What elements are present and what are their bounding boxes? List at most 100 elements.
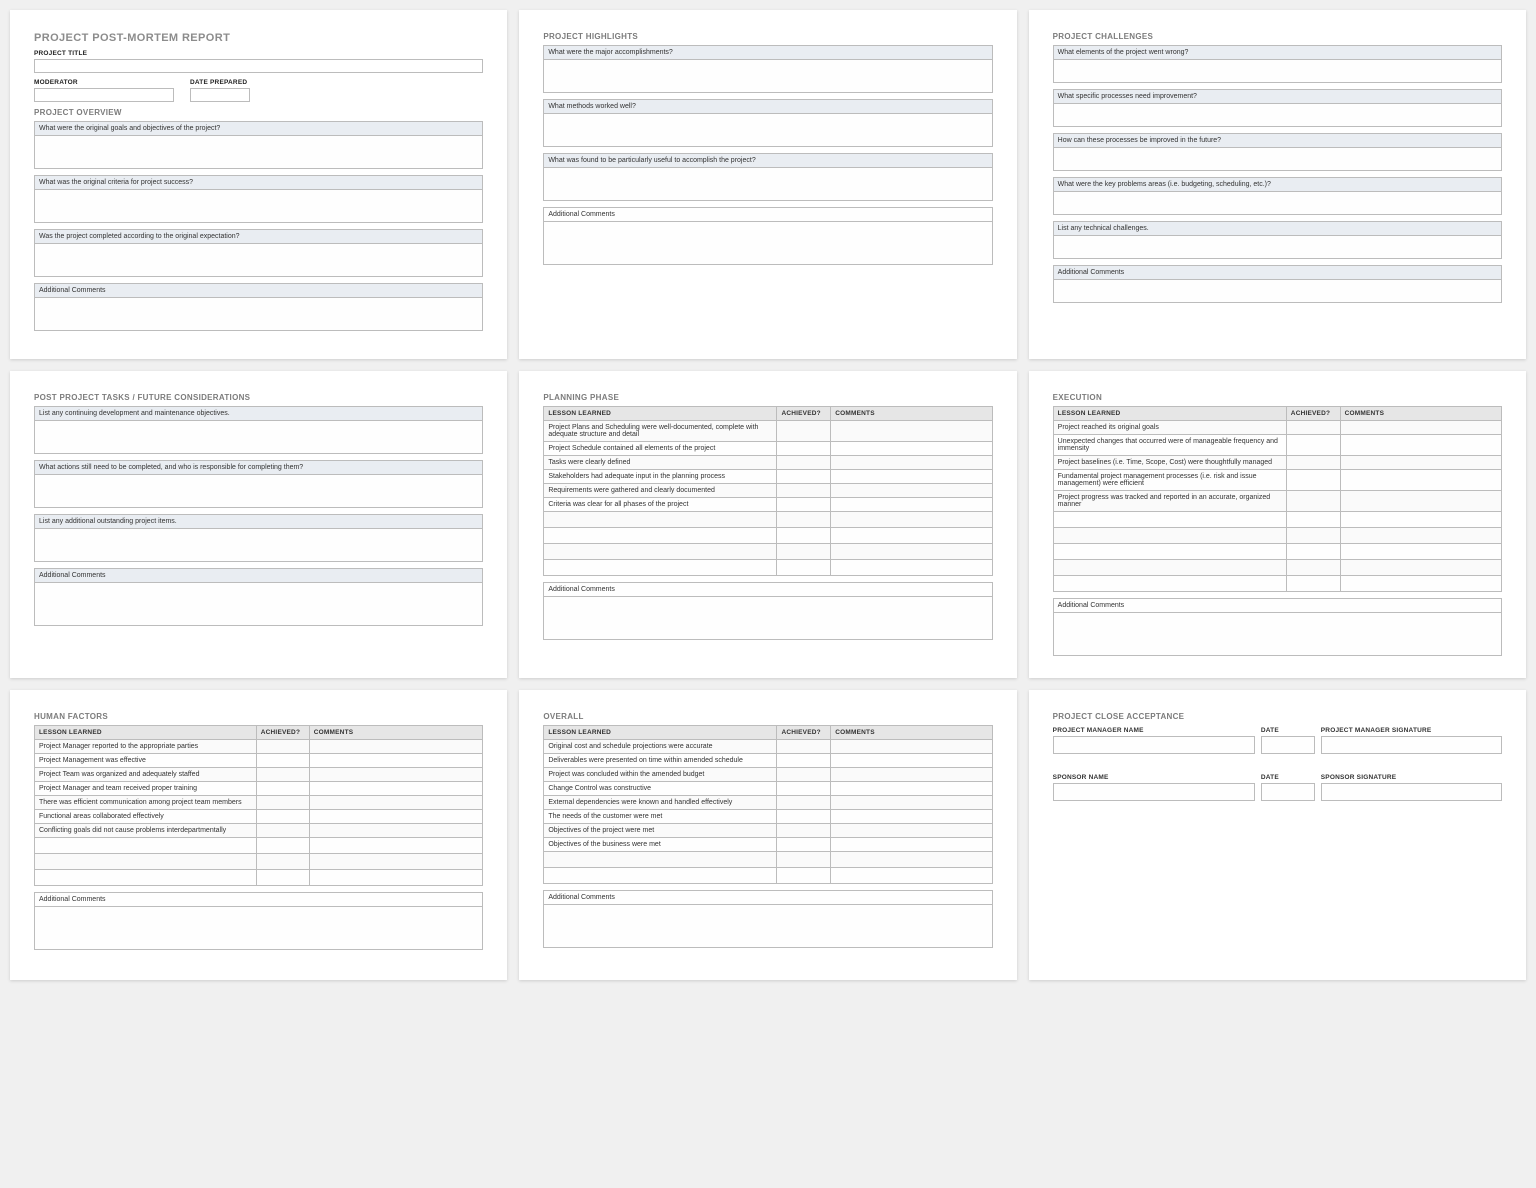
comments-cell[interactable] [309, 838, 483, 854]
achieved-cell[interactable] [1286, 528, 1340, 544]
achieved-cell[interactable] [1286, 560, 1340, 576]
achieved-cell[interactable] [256, 740, 309, 754]
challenges-a1[interactable] [1053, 59, 1502, 83]
comments-cell[interactable] [831, 740, 992, 754]
comments-cell[interactable] [831, 528, 992, 544]
comments-cell[interactable] [1340, 576, 1501, 592]
comments-cell[interactable] [831, 421, 992, 442]
achieved-cell[interactable] [777, 810, 831, 824]
comments-cell[interactable] [309, 796, 483, 810]
comments-cell[interactable] [831, 868, 992, 884]
achieved-cell[interactable] [777, 796, 831, 810]
highlights-a1[interactable] [543, 59, 992, 93]
comments-cell[interactable] [1340, 435, 1501, 456]
achieved-cell[interactable] [1286, 512, 1340, 528]
overall-addl-box[interactable] [543, 904, 992, 948]
comments-cell[interactable] [309, 870, 483, 886]
achieved-cell[interactable] [777, 456, 831, 470]
comments-cell[interactable] [831, 498, 992, 512]
lesson-cell[interactable] [544, 852, 777, 868]
achieved-cell[interactable] [256, 768, 309, 782]
lesson-cell[interactable] [35, 854, 257, 870]
achieved-cell[interactable] [777, 498, 831, 512]
achieved-cell[interactable] [256, 810, 309, 824]
pm-sig-input[interactable] [1321, 736, 1502, 754]
achieved-cell[interactable] [777, 512, 831, 528]
sponsor-date-input[interactable] [1261, 783, 1315, 801]
comments-cell[interactable] [831, 824, 992, 838]
achieved-cell[interactable] [777, 484, 831, 498]
comments-cell[interactable] [831, 512, 992, 528]
comments-cell[interactable] [309, 824, 483, 838]
lesson-cell[interactable] [1053, 544, 1286, 560]
achieved-cell[interactable] [1286, 576, 1340, 592]
achieved-cell[interactable] [256, 754, 309, 768]
lesson-cell[interactable] [1053, 576, 1286, 592]
highlights-a2[interactable] [543, 113, 992, 147]
achieved-cell[interactable] [777, 768, 831, 782]
achieved-cell[interactable] [777, 824, 831, 838]
achieved-cell[interactable] [777, 852, 831, 868]
sponsor-name-input[interactable] [1053, 783, 1255, 801]
comments-cell[interactable] [1340, 528, 1501, 544]
comments-cell[interactable] [831, 796, 992, 810]
achieved-cell[interactable] [777, 560, 831, 576]
challenges-a4[interactable] [1053, 191, 1502, 215]
comments-cell[interactable] [831, 470, 992, 484]
comments-cell[interactable] [309, 782, 483, 796]
challenges-addl-box[interactable] [1053, 279, 1502, 303]
postproject-a1[interactable] [34, 420, 483, 454]
lesson-cell[interactable] [35, 838, 257, 854]
lesson-cell[interactable] [35, 870, 257, 886]
challenges-a5[interactable] [1053, 235, 1502, 259]
lesson-cell[interactable] [544, 528, 777, 544]
moderator-input[interactable] [34, 88, 174, 102]
postproject-a2[interactable] [34, 474, 483, 508]
comments-cell[interactable] [831, 754, 992, 768]
achieved-cell[interactable] [256, 824, 309, 838]
achieved-cell[interactable] [777, 868, 831, 884]
achieved-cell[interactable] [777, 740, 831, 754]
comments-cell[interactable] [831, 456, 992, 470]
execution-addl-box[interactable] [1053, 612, 1502, 656]
comments-cell[interactable] [309, 854, 483, 870]
achieved-cell[interactable] [1286, 470, 1340, 491]
comments-cell[interactable] [831, 484, 992, 498]
comments-cell[interactable] [1340, 560, 1501, 576]
project-title-input[interactable] [34, 59, 483, 73]
achieved-cell[interactable] [777, 528, 831, 544]
achieved-cell[interactable] [256, 782, 309, 796]
comments-cell[interactable] [1340, 512, 1501, 528]
date-prepared-input[interactable] [190, 88, 250, 102]
achieved-cell[interactable] [777, 782, 831, 796]
sponsor-sig-input[interactable] [1321, 783, 1502, 801]
achieved-cell[interactable] [777, 442, 831, 456]
lesson-cell[interactable] [1053, 560, 1286, 576]
comments-cell[interactable] [1340, 491, 1501, 512]
human-addl-box[interactable] [34, 906, 483, 950]
comments-cell[interactable] [831, 810, 992, 824]
achieved-cell[interactable] [777, 838, 831, 852]
overview-a2[interactable] [34, 189, 483, 223]
achieved-cell[interactable] [1286, 544, 1340, 560]
comments-cell[interactable] [831, 544, 992, 560]
pm-name-input[interactable] [1053, 736, 1255, 754]
lesson-cell[interactable] [544, 512, 777, 528]
comments-cell[interactable] [831, 782, 992, 796]
overview-a1[interactable] [34, 135, 483, 169]
lesson-cell[interactable] [1053, 512, 1286, 528]
pm-date-input[interactable] [1261, 736, 1315, 754]
comments-cell[interactable] [831, 560, 992, 576]
lesson-cell[interactable] [544, 868, 777, 884]
achieved-cell[interactable] [256, 854, 309, 870]
achieved-cell[interactable] [777, 544, 831, 560]
lesson-cell[interactable] [1053, 528, 1286, 544]
achieved-cell[interactable] [777, 470, 831, 484]
achieved-cell[interactable] [256, 838, 309, 854]
achieved-cell[interactable] [256, 796, 309, 810]
overview-addl-box[interactable] [34, 297, 483, 331]
highlights-addl-box[interactable] [543, 221, 992, 265]
achieved-cell[interactable] [777, 421, 831, 442]
comments-cell[interactable] [1340, 544, 1501, 560]
highlights-a3[interactable] [543, 167, 992, 201]
